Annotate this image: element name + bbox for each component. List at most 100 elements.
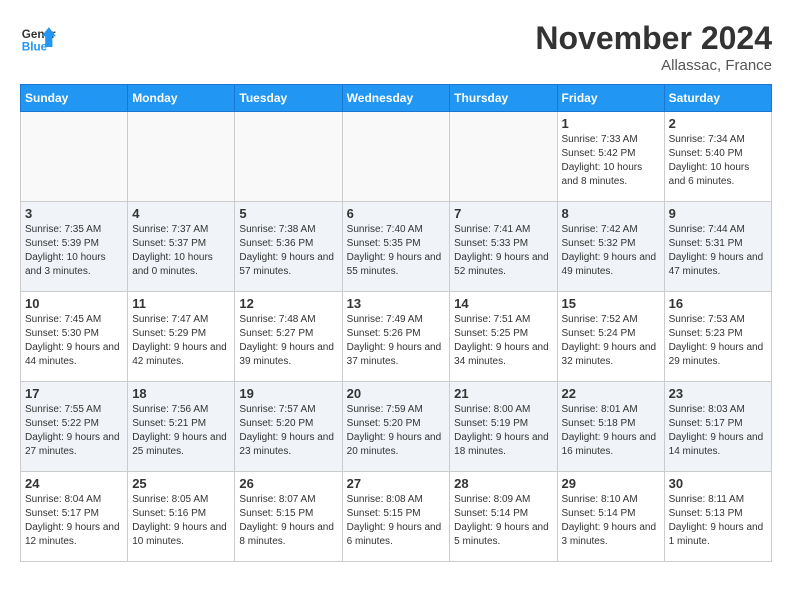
day-info: Sunrise: 7:45 AMSunset: 5:30 PMDaylight:… <box>25 313 123 369</box>
header-wednesday: Wednesday <box>342 85 450 112</box>
calendar-cell: 3 Sunrise: 7:35 AMSunset: 5:39 PMDaylight… <box>21 202 128 292</box>
calendar-cell: 18Sunrise: 7:56 AMSunset: 5:21 PMDayligh… <box>128 382 235 472</box>
day-info: Sunrise: 7:48 AMSunset: 5:27 PMDaylight:… <box>239 313 337 369</box>
day-number: 22 <box>562 386 660 401</box>
day-info: Sunrise: 8:10 AMSunset: 5:14 PMDaylight:… <box>562 493 660 549</box>
day-number: 12 <box>239 296 337 311</box>
day-number: 26 <box>239 476 337 491</box>
title-area: November 2024 Allassac, France <box>535 20 772 74</box>
day-number: 10 <box>25 296 123 311</box>
header-monday: Monday <box>128 85 235 112</box>
calendar-table: SundayMondayTuesdayWednesdayThursdayFrid… <box>20 84 772 562</box>
calendar-header-row: SundayMondayTuesdayWednesdayThursdayFrid… <box>21 85 772 112</box>
day-number: 25 <box>132 476 230 491</box>
day-number: 17 <box>25 386 123 401</box>
day-info: Sunrise: 7:55 AMSunset: 5:22 PMDaylight:… <box>25 403 123 459</box>
calendar-cell: 25 Sunrise: 8:05 AMSunset: 5:16 PMDayligh… <box>128 472 235 562</box>
day-info: Sunrise: 8:03 AMSunset: 5:17 PMDaylight:… <box>669 403 767 459</box>
day-info: Sunrise: 7:59 AMSunset: 5:20 PMDaylight:… <box>347 403 446 459</box>
day-number: 20 <box>347 386 446 401</box>
day-info: Sunrise: 7:38 AMSunset: 5:36 PMDaylight:… <box>239 223 337 279</box>
day-number: 5 <box>239 206 337 221</box>
calendar-week-1: 1 Sunrise: 7:33 AMSunset: 5:42 PMDaylight… <box>21 112 772 202</box>
calendar-cell: 19 Sunrise: 7:57 AMSunset: 5:20 PMDayligh… <box>235 382 342 472</box>
calendar-cell: 30 Sunrise: 8:11 AMSunset: 5:13 PMDayligh… <box>664 472 771 562</box>
day-info: Sunrise: 7:41 AMSunset: 5:33 PMDaylight:… <box>454 223 552 279</box>
day-info: Sunrise: 7:52 AMSunset: 5:24 PMDaylight:… <box>562 313 660 369</box>
day-number: 11 <box>132 296 230 311</box>
day-number: 21 <box>454 386 552 401</box>
day-info: Sunrise: 7:53 AMSunset: 5:23 PMDaylight:… <box>669 313 767 369</box>
calendar-week-2: 3 Sunrise: 7:35 AMSunset: 5:39 PMDaylight… <box>21 202 772 292</box>
calendar-cell: 5 Sunrise: 7:38 AMSunset: 5:36 PMDaylight… <box>235 202 342 292</box>
calendar-cell <box>450 112 557 202</box>
day-number: 1 <box>562 116 660 131</box>
header: General Blue November 2024 Allassac, Fra… <box>20 20 772 74</box>
day-info: Sunrise: 7:51 AMSunset: 5:25 PMDaylight:… <box>454 313 552 369</box>
day-number: 19 <box>239 386 337 401</box>
calendar-cell: 15 Sunrise: 7:52 AMSunset: 5:24 PMDayligh… <box>557 292 664 382</box>
calendar-cell: 29 Sunrise: 8:10 AMSunset: 5:14 PMDayligh… <box>557 472 664 562</box>
day-number: 3 <box>25 206 123 221</box>
calendar-cell: 10 Sunrise: 7:45 AMSunset: 5:30 PMDayligh… <box>21 292 128 382</box>
logo: General Blue <box>20 20 56 56</box>
day-info: Sunrise: 8:08 AMSunset: 5:15 PMDaylight:… <box>347 493 446 549</box>
day-number: 7 <box>454 206 552 221</box>
day-number: 15 <box>562 296 660 311</box>
calendar-cell: 8 Sunrise: 7:42 AMSunset: 5:32 PMDaylight… <box>557 202 664 292</box>
day-number: 9 <box>669 206 767 221</box>
day-info: Sunrise: 7:49 AMSunset: 5:26 PMDaylight:… <box>347 313 446 369</box>
calendar-cell: 20 Sunrise: 7:59 AMSunset: 5:20 PMDayligh… <box>342 382 450 472</box>
calendar-cell <box>235 112 342 202</box>
day-info: Sunrise: 7:57 AMSunset: 5:20 PMDaylight:… <box>239 403 337 459</box>
day-info: Sunrise: 8:11 AMSunset: 5:13 PMDaylight:… <box>669 493 767 549</box>
day-number: 18 <box>132 386 230 401</box>
calendar-cell: 2Sunrise: 7:34 AMSunset: 5:40 PMDaylight… <box>664 112 771 202</box>
day-info: Sunrise: 7:42 AMSunset: 5:32 PMDaylight:… <box>562 223 660 279</box>
day-info: Sunrise: 7:40 AMSunset: 5:35 PMDaylight:… <box>347 223 446 279</box>
calendar-cell: 28Sunrise: 8:09 AMSunset: 5:14 PMDayligh… <box>450 472 557 562</box>
day-number: 29 <box>562 476 660 491</box>
day-number: 14 <box>454 296 552 311</box>
calendar-cell: 7 Sunrise: 7:41 AMSunset: 5:33 PMDaylight… <box>450 202 557 292</box>
day-number: 30 <box>669 476 767 491</box>
calendar-cell: 12 Sunrise: 7:48 AMSunset: 5:27 PMDayligh… <box>235 292 342 382</box>
day-number: 4 <box>132 206 230 221</box>
calendar-week-5: 24Sunrise: 8:04 AMSunset: 5:17 PMDayligh… <box>21 472 772 562</box>
header-sunday: Sunday <box>21 85 128 112</box>
day-info: Sunrise: 8:01 AMSunset: 5:18 PMDaylight:… <box>562 403 660 459</box>
day-info: Sunrise: 7:44 AMSunset: 5:31 PMDaylight:… <box>669 223 767 279</box>
day-number: 27 <box>347 476 446 491</box>
calendar-cell: 6 Sunrise: 7:40 AMSunset: 5:35 PMDaylight… <box>342 202 450 292</box>
calendar-cell: 9 Sunrise: 7:44 AMSunset: 5:31 PMDaylight… <box>664 202 771 292</box>
header-saturday: Saturday <box>664 85 771 112</box>
day-info: Sunrise: 8:05 AMSunset: 5:16 PMDaylight:… <box>132 493 230 549</box>
day-number: 8 <box>562 206 660 221</box>
calendar-cell: 22 Sunrise: 8:01 AMSunset: 5:18 PMDayligh… <box>557 382 664 472</box>
day-info: Sunrise: 8:07 AMSunset: 5:15 PMDaylight:… <box>239 493 337 549</box>
header-tuesday: Tuesday <box>235 85 342 112</box>
calendar-week-3: 10 Sunrise: 7:45 AMSunset: 5:30 PMDayligh… <box>21 292 772 382</box>
calendar-cell: 1 Sunrise: 7:33 AMSunset: 5:42 PMDaylight… <box>557 112 664 202</box>
svg-text:Blue: Blue <box>22 41 48 54</box>
header-friday: Friday <box>557 85 664 112</box>
day-info: Sunrise: 7:35 AMSunset: 5:39 PMDaylight:… <box>25 223 123 279</box>
calendar-cell: 11Sunrise: 7:47 AMSunset: 5:29 PMDayligh… <box>128 292 235 382</box>
day-info: Sunrise: 7:37 AMSunset: 5:37 PMDaylight:… <box>132 223 230 279</box>
day-number: 23 <box>669 386 767 401</box>
calendar-cell: 17 Sunrise: 7:55 AMSunset: 5:22 PMDayligh… <box>21 382 128 472</box>
calendar-cell: 14 Sunrise: 7:51 AMSunset: 5:25 PMDayligh… <box>450 292 557 382</box>
day-number: 6 <box>347 206 446 221</box>
day-info: Sunrise: 7:33 AMSunset: 5:42 PMDaylight:… <box>562 133 660 189</box>
calendar-cell <box>128 112 235 202</box>
calendar-cell: 16Sunrise: 7:53 AMSunset: 5:23 PMDayligh… <box>664 292 771 382</box>
calendar-cell <box>342 112 450 202</box>
day-number: 28 <box>454 476 552 491</box>
day-number: 13 <box>347 296 446 311</box>
calendar-cell: 24Sunrise: 8:04 AMSunset: 5:17 PMDayligh… <box>21 472 128 562</box>
logo-icon: General Blue <box>20 20 56 56</box>
calendar-week-4: 17 Sunrise: 7:55 AMSunset: 5:22 PMDayligh… <box>21 382 772 472</box>
calendar-cell: 26 Sunrise: 8:07 AMSunset: 5:15 PMDayligh… <box>235 472 342 562</box>
day-info: Sunrise: 8:00 AMSunset: 5:19 PMDaylight:… <box>454 403 552 459</box>
day-number: 24 <box>25 476 123 491</box>
